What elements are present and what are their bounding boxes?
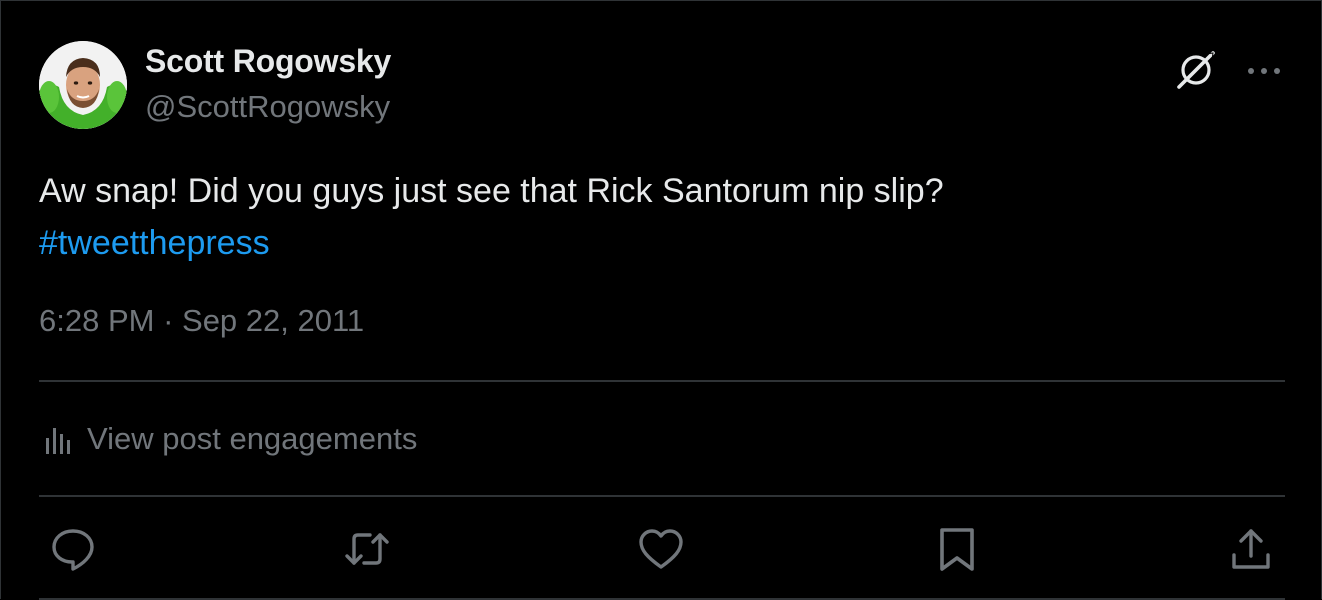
view-engagements-button[interactable]: View post engagements: [41, 417, 417, 461]
tweet-body: Aw snap! Did you guys just see that Rick…: [39, 172, 944, 210]
view-engagements-label: View post engagements: [87, 421, 418, 456]
bookmark-button[interactable]: [933, 525, 981, 573]
like-button[interactable]: [637, 525, 685, 573]
reply-button[interactable]: [49, 525, 97, 573]
tweet-time[interactable]: 6:28 PM: [39, 303, 154, 338]
tweet-card: Scott Rogowsky @ScottRogowsky Aw snap! D…: [0, 0, 1322, 600]
grok-icon[interactable]: [1173, 47, 1219, 93]
divider: [39, 495, 1285, 497]
bookmark-icon: [940, 528, 974, 571]
share-button[interactable]: [1227, 525, 1275, 573]
author-handle[interactable]: @ScottRogowsky: [145, 89, 390, 125]
repost-button[interactable]: [343, 525, 391, 573]
tweet-text: Aw snap! Did you guys just see that Rick…: [39, 165, 1279, 269]
author-avatar[interactable]: [39, 41, 127, 129]
author-display-name[interactable]: Scott Rogowsky: [145, 43, 391, 80]
like-icon: [639, 529, 683, 569]
more-icon[interactable]: [1243, 57, 1285, 85]
divider: [39, 380, 1285, 382]
hashtag-link[interactable]: #tweetthepress: [39, 217, 1279, 269]
avatar-image: [39, 41, 127, 129]
reply-icon: [52, 529, 94, 571]
analytics-bars-icon: [46, 428, 70, 454]
timestamp-separator: ·: [154, 303, 183, 338]
tweet-timestamp: 6:28 PM · Sep 22, 2011: [39, 303, 364, 339]
share-icon: [1232, 529, 1270, 569]
repost-icon: [345, 533, 389, 565]
tweet-date[interactable]: Sep 22, 2011: [182, 303, 364, 338]
